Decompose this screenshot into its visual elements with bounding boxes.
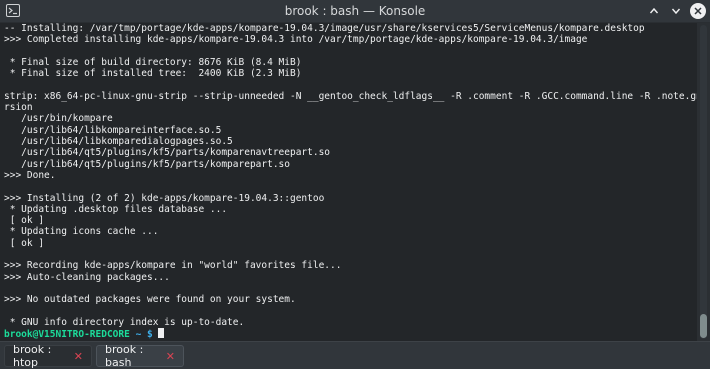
terminal-line: rsion <box>4 102 33 114</box>
konsole-window: brook : bash — Konsole -- Installing: /v… <box>0 0 710 369</box>
close-icon[interactable]: ✕ <box>74 350 83 363</box>
terminal-line: >>> Completed installing kde-apps/kompar… <box>4 34 588 46</box>
text-cursor <box>158 328 165 339</box>
chevron-up-icon <box>649 7 659 14</box>
chevron-down-icon <box>671 8 681 15</box>
window-title: brook : bash — Konsole <box>284 4 426 18</box>
terminal-line: /usr/bin/kompare <box>4 113 113 125</box>
terminal-line: [ ok ] <box>4 237 45 249</box>
tab-label: brook : htop <box>13 343 52 369</box>
prompt-directory: ~ $ <box>129 329 159 341</box>
terminal-line: [ ok ] <box>4 215 45 227</box>
terminal-line: >>> Done. <box>4 169 56 181</box>
terminal-line: * Updating .desktop files database ... <box>4 203 228 215</box>
terminal-line: /usr/lib64/libkompareinterface.so.5 <box>4 124 222 136</box>
tab-bash[interactable]: brook : bash ✕ <box>96 343 184 369</box>
window-controls <box>646 3 706 19</box>
terminal-line: /usr/lib64/qt5/plugins/kf5/parts/kompare… <box>4 158 290 170</box>
title-bar[interactable]: brook : bash — Konsole <box>0 0 710 23</box>
tab-label: brook : bash <box>105 343 144 369</box>
prompt-user-host: brook@V15NITRO-REDCORE <box>4 329 130 341</box>
terminal-output[interactable]: -- Installing: /var/tmp/portage/kde-apps… <box>0 23 697 341</box>
terminal-line: * GNU info directory index is up-to-date… <box>4 316 245 328</box>
terminal-line: * Final size of build directory: 8676 Ki… <box>4 56 302 68</box>
terminal-line: >>> No outdated packages were found on y… <box>4 294 296 306</box>
terminal-line: >>> Recording kde-apps/kompare in "world… <box>4 260 342 272</box>
scrollbar-track[interactable] <box>700 25 707 339</box>
terminal-line: >>> Installing (2 of 2) kde-apps/kompare… <box>4 192 325 204</box>
minimize-button[interactable] <box>668 3 684 19</box>
terminal-line: * Final size of installed tree: 2400 KiB… <box>4 68 302 80</box>
close-button[interactable] <box>690 3 706 19</box>
terminal-line: /usr/lib64/qt5/plugins/kf5/parts/kompare… <box>4 147 331 159</box>
scrollbar[interactable] <box>697 23 710 341</box>
keep-above-button[interactable] <box>646 3 662 19</box>
tab-bar: brook : htop ✕ brook : bash ✕ <box>0 341 710 369</box>
terminal-line: * Updating icons cache ... <box>4 226 159 238</box>
shell-prompt[interactable]: brook@V15NITRO-REDCORE ~ $ <box>4 328 165 341</box>
terminal-line: -- Installing: /var/tmp/portage/kde-apps… <box>4 23 645 34</box>
scrollbar-thumb[interactable] <box>700 314 707 338</box>
terminal-line: strip: x86_64-pc-linux-gnu-strip --strip… <box>4 90 697 102</box>
terminal-line: >>> Auto-cleaning packages... <box>4 271 170 283</box>
close-icon[interactable]: ✕ <box>166 350 175 363</box>
close-icon <box>694 7 702 15</box>
tab-htop[interactable]: brook : htop ✕ <box>4 343 92 369</box>
terminal-line: /usr/lib64/libkomparedialogpages.so.5 <box>4 136 233 147</box>
